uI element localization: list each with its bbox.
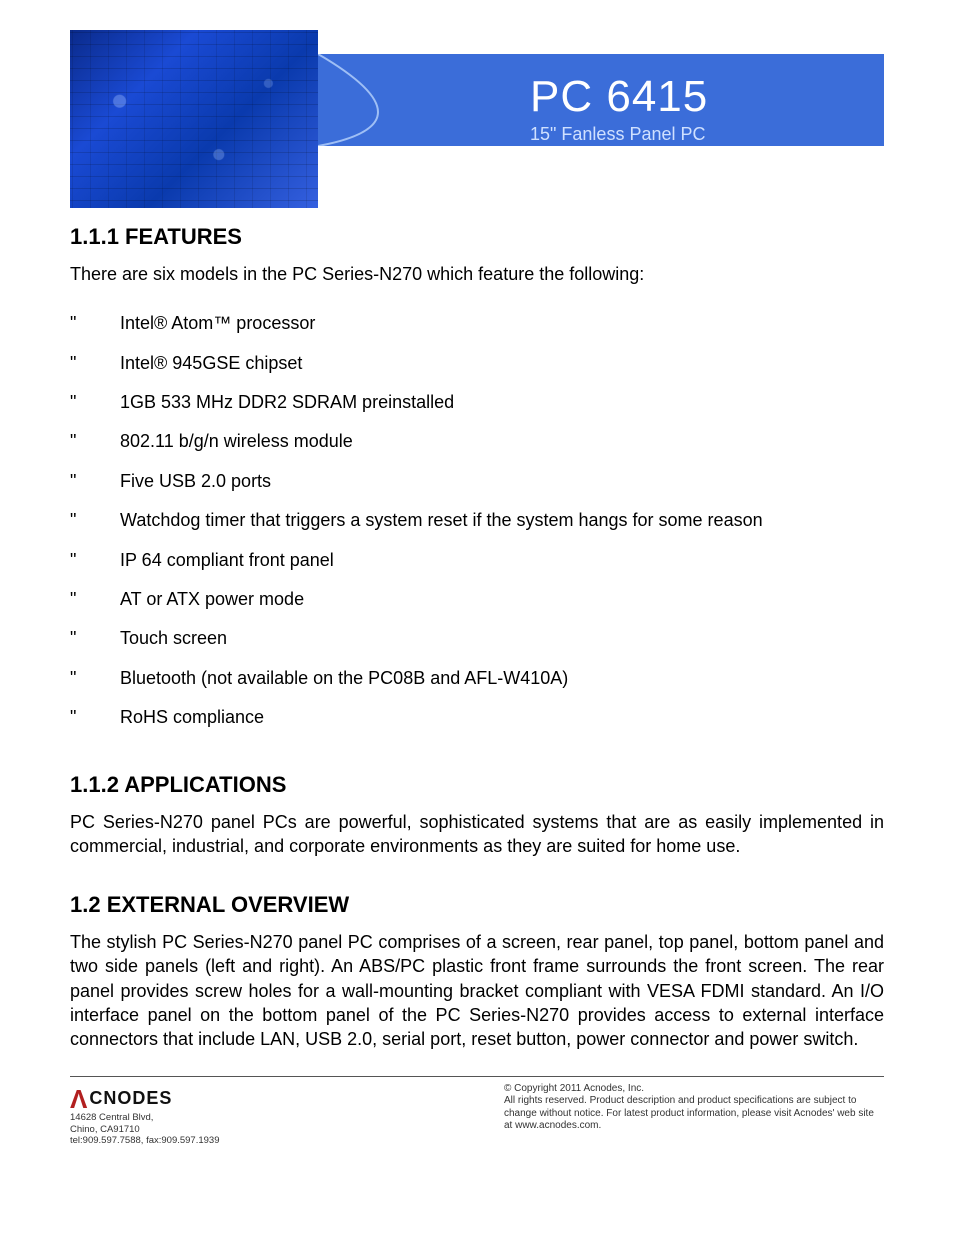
feature-item: "Intel® Atom™ processor — [70, 304, 884, 343]
feature-text: Intel® 945GSE chipset — [120, 352, 302, 375]
bullet-icon: " — [70, 470, 120, 493]
company-logo: Λ CNODES — [70, 1083, 370, 1114]
bullet-icon: " — [70, 430, 120, 453]
bullet-icon: " — [70, 588, 120, 611]
section-heading-applications: 1.1.2 APPLICATIONS — [70, 772, 884, 798]
product-subtitle: 15" Fanless Panel PC — [530, 124, 708, 145]
feature-item: "RoHS compliance — [70, 698, 884, 737]
header-banner: PC 6415 15" Fanless Panel PC — [70, 30, 884, 208]
feature-item: "802.11 b/g/n wireless module — [70, 422, 884, 461]
feature-text: AT or ATX power mode — [120, 588, 304, 611]
feature-text: 1GB 533 MHz DDR2 SDRAM preinstalled — [120, 391, 454, 414]
footer-divider — [70, 1076, 884, 1077]
applications-body: PC Series-N270 panel PCs are powerful, s… — [70, 810, 884, 859]
footer-copyright-line1: © Copyright 2011 Acnodes, Inc. — [504, 1083, 884, 1096]
footer-address-line3: tel:909.597.7588, fax:909.597.1939 — [70, 1135, 370, 1147]
feature-item: "Watchdog timer that triggers a system r… — [70, 501, 884, 540]
header-curve — [318, 54, 508, 146]
bullet-icon: " — [70, 706, 120, 729]
feature-text: IP 64 compliant front panel — [120, 549, 334, 572]
bullet-icon: " — [70, 352, 120, 375]
feature-text: Watchdog timer that triggers a system re… — [120, 509, 763, 532]
external-body: The stylish PC Series-N270 panel PC comp… — [70, 930, 884, 1051]
feature-item: "1GB 533 MHz DDR2 SDRAM preinstalled — [70, 383, 884, 422]
footer-address-line1: 14628 Central Blvd, — [70, 1112, 370, 1124]
feature-text: Five USB 2.0 ports — [120, 470, 271, 493]
footer-copyright-line2: All rights reserved. Product description… — [504, 1095, 884, 1133]
feature-item: "IP 64 compliant front panel — [70, 541, 884, 580]
logo-mark-icon: Λ — [70, 1084, 87, 1115]
feature-text: Intel® Atom™ processor — [120, 312, 315, 335]
feature-text: Touch screen — [120, 627, 227, 650]
bullet-icon: " — [70, 509, 120, 532]
header-product-image — [70, 30, 318, 208]
bullet-icon: " — [70, 312, 120, 335]
feature-item: "Five USB 2.0 ports — [70, 462, 884, 501]
footer-address-line2: Chino, CA91710 — [70, 1124, 370, 1136]
features-list: "Intel® Atom™ processor"Intel® 945GSE ch… — [70, 304, 884, 737]
logo-text: CNODES — [89, 1088, 172, 1109]
bullet-icon: " — [70, 549, 120, 572]
feature-item: "Bluetooth (not available on the PC08B a… — [70, 659, 884, 698]
footer: Λ CNODES 14628 Central Blvd, Chino, CA91… — [70, 1083, 884, 1148]
feature-item: "AT or ATX power mode — [70, 580, 884, 619]
bullet-icon: " — [70, 627, 120, 650]
section-heading-features: 1.1.1 FEATURES — [70, 224, 884, 250]
bullet-icon: " — [70, 667, 120, 690]
features-intro: There are six models in the PC Series-N2… — [70, 262, 884, 286]
feature-item: "Intel® 945GSE chipset — [70, 344, 884, 383]
bullet-icon: " — [70, 391, 120, 414]
section-heading-external: 1.2 EXTERNAL OVERVIEW — [70, 892, 884, 918]
feature-text: Bluetooth (not available on the PC08B an… — [120, 667, 568, 690]
feature-text: RoHS compliance — [120, 706, 264, 729]
feature-item: "Touch screen — [70, 619, 884, 658]
feature-text: 802.11 b/g/n wireless module — [120, 430, 353, 453]
product-title: PC 6415 — [530, 72, 708, 122]
